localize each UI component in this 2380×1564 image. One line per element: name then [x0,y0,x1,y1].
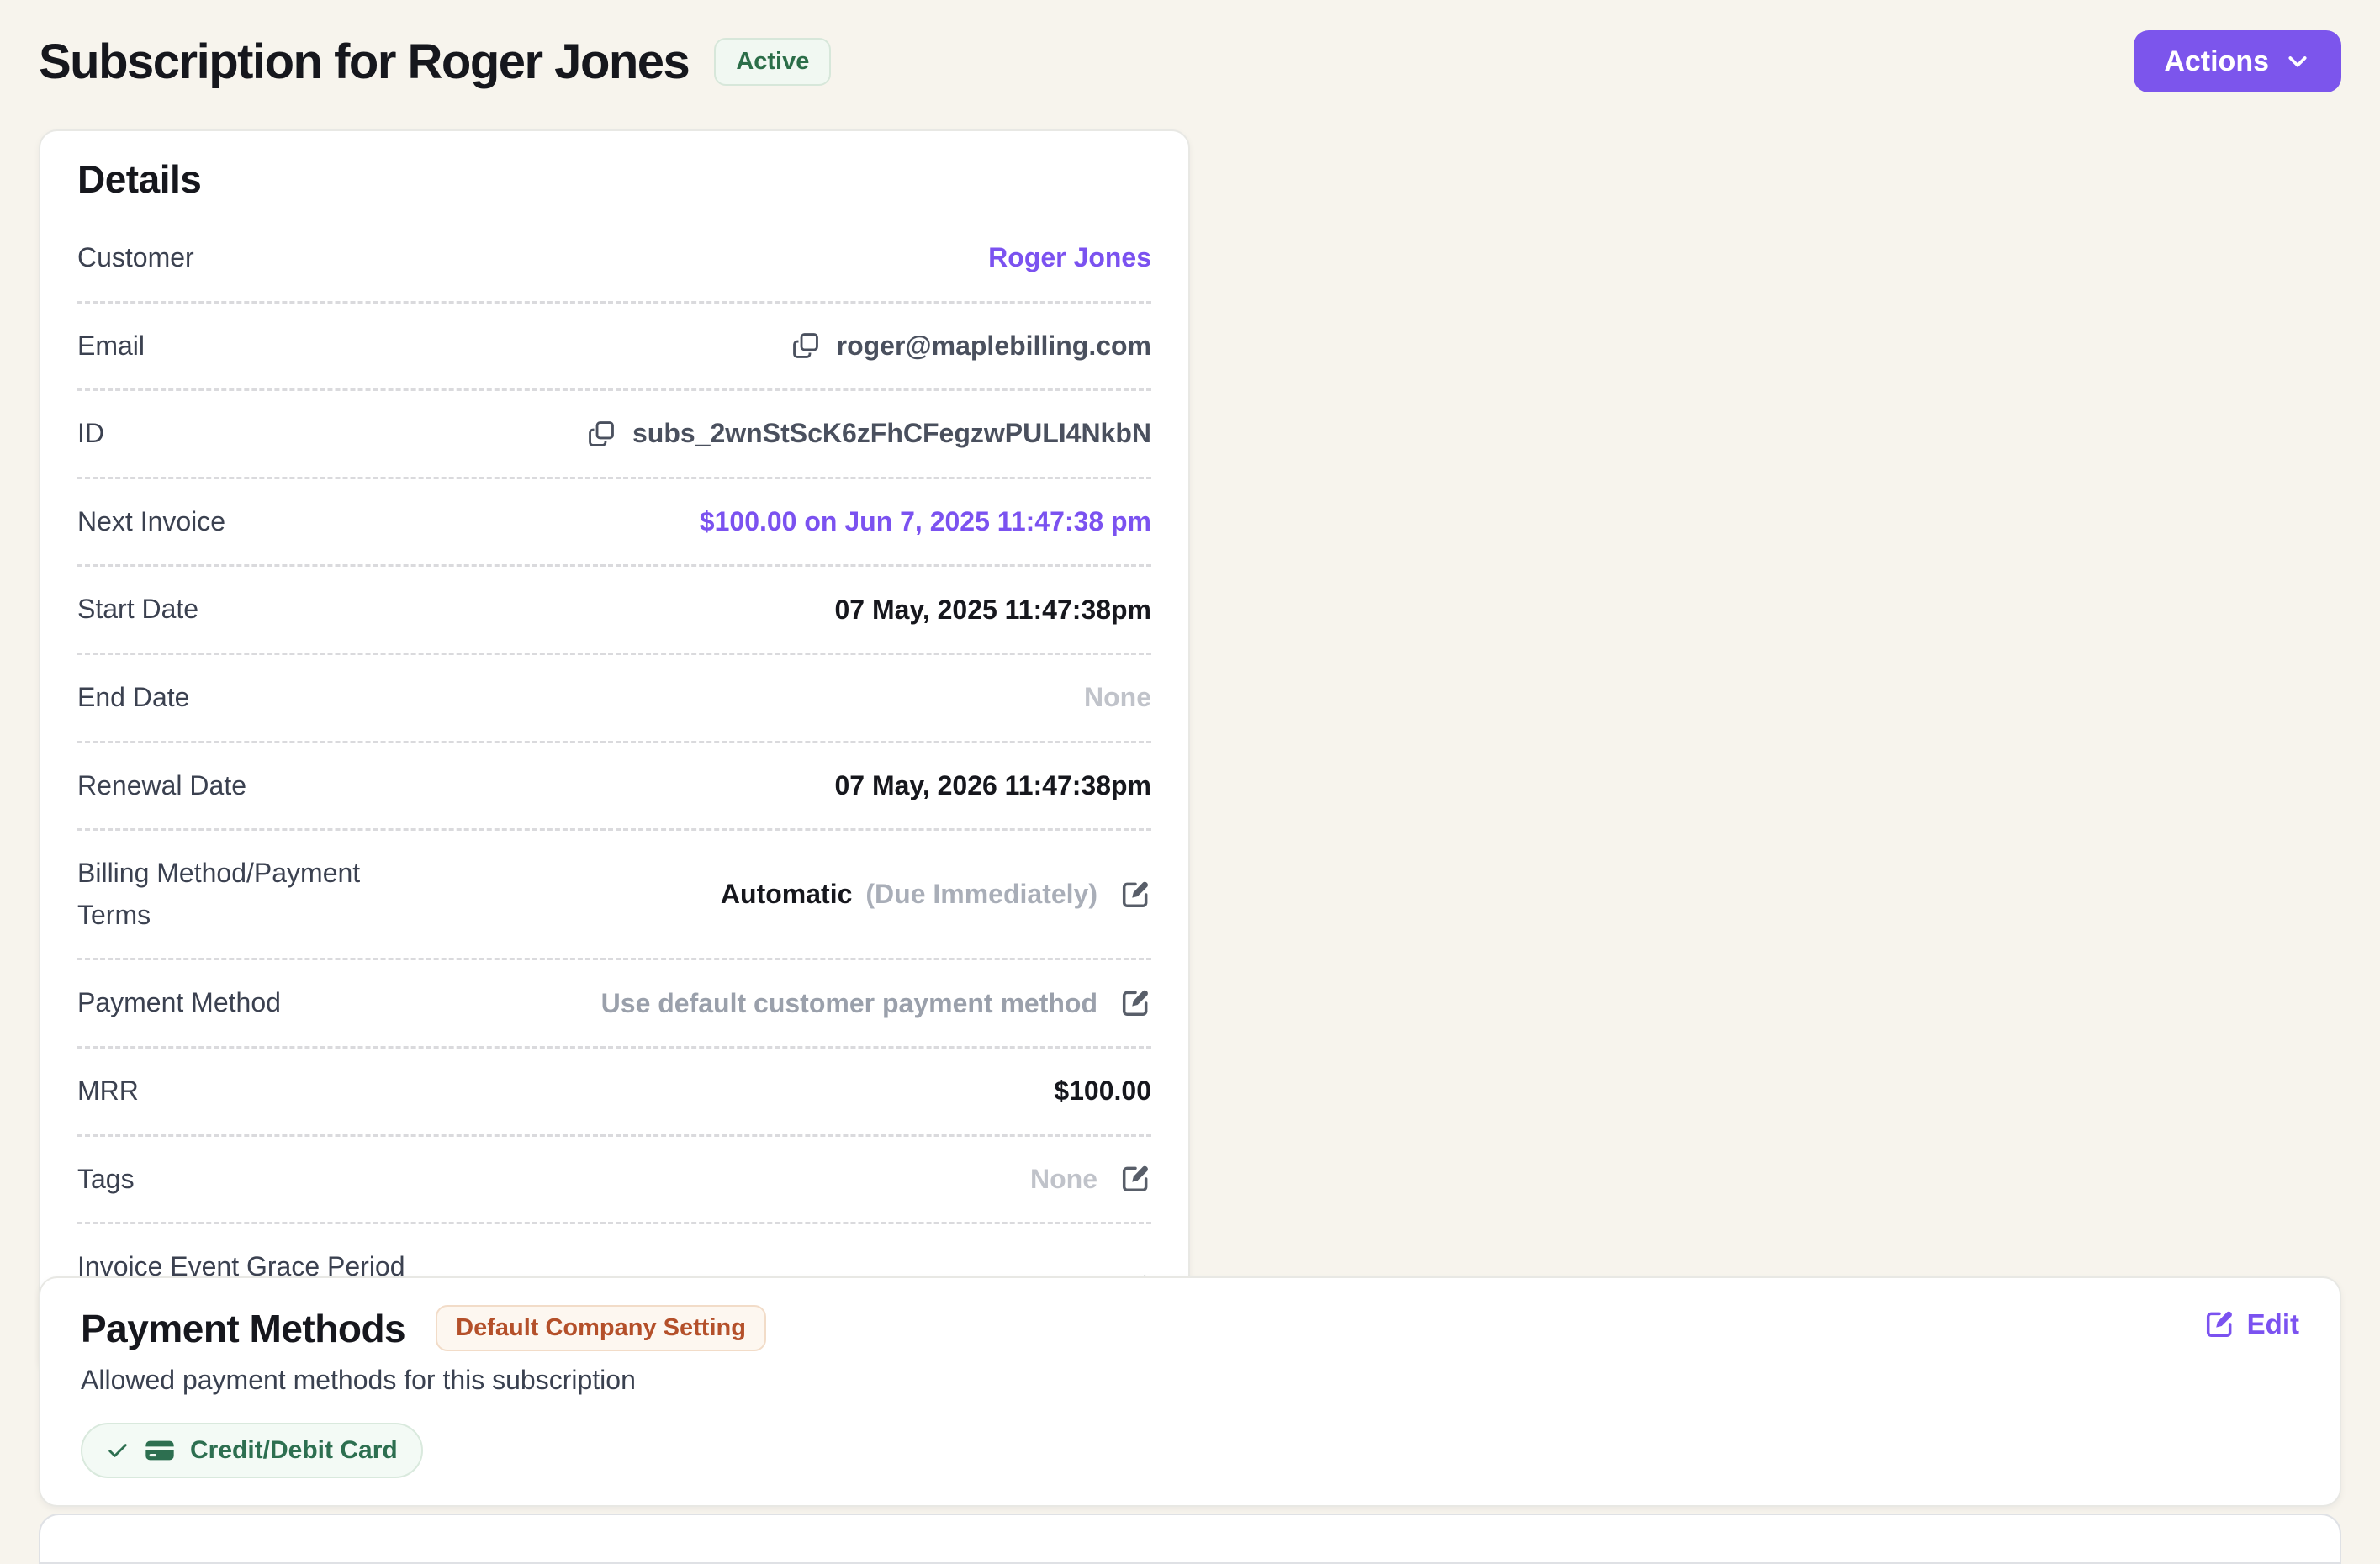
row-value: 07 May, 2025 11:47:38pm [834,594,1151,626]
page-title: Subscription for Roger Jones [39,34,689,90]
actions-button[interactable]: Actions [2134,30,2341,92]
payment-method-chip-credit-debit-card: Credit/Debit Card [81,1423,423,1478]
page-header: Subscription for Roger Jones Active Acti… [39,30,2341,92]
payment-methods-subtitle: Allowed payment methods for this subscri… [81,1365,2299,1396]
detail-row-billing-method-payment: Billing Method/PaymentTerms Automatic (Due… [77,831,1151,960]
payment-methods-title: Payment Methods [81,1306,405,1351]
copy-icon[interactable] [587,420,616,448]
row-value-text: Automatic [721,879,852,910]
row-value: roger@maplebilling.com [791,330,1151,362]
edit-icon[interactable] [1119,879,1151,911]
row-label: Customer [77,237,194,279]
detail-row-email: Email roger@maplebilling.com [77,304,1151,392]
payment-method-chips: Credit/Debit Card [81,1423,2299,1478]
row-value-suffix: (Due Immediately) [865,879,1097,910]
row-label: ID [77,413,104,455]
check-icon [106,1439,130,1462]
chevron-down-icon [2284,48,2311,75]
detail-row-next-invoice: Next Invoice $100.00 on Jun 7, 2025 11:47… [77,479,1151,568]
detail-row-id: ID subs_2wnStScK6zFhCFegzwPULI4NkbN [77,391,1151,479]
next-card-top-edge [39,1514,2341,1564]
row-label: Renewal Date [77,765,246,807]
payment-method-chip-label: Credit/Debit Card [190,1436,398,1465]
edit-icon [2203,1308,2235,1340]
row-label: Billing Method/PaymentTerms [77,853,360,936]
row-value-text: 07 May, 2026 11:47:38pm [834,770,1151,801]
payment-methods-card: Payment Methods Default Company Setting … [39,1276,2341,1507]
row-value: subs_2wnStScK6zFhCFegzwPULI4NkbN [587,418,1151,449]
row-value: Roger Jones [988,242,1151,273]
row-value: Automatic (Due Immediately) [721,879,1151,911]
row-value-text: 07 May, 2025 11:47:38pm [834,594,1151,626]
row-value: $100.00 [1054,1075,1151,1107]
detail-row-customer: Customer Roger Jones [77,215,1151,304]
row-label: Payment Method [77,982,281,1024]
row-value-text: roger@maplebilling.com [837,330,1151,362]
edit-link-label: Edit [2247,1308,2299,1340]
details-card: Details Customer Roger Jones Email roger@ma… [39,129,1190,1375]
row-label: Tags [77,1159,135,1201]
actions-button-label: Actions [2164,45,2269,78]
row-value-text: $100.00 [1054,1075,1151,1107]
edit-payment-methods-button[interactable]: Edit [2203,1308,2299,1340]
detail-row-mrr: MRR $100.00 [77,1049,1151,1137]
row-value: None [1030,1163,1151,1195]
row-label: End Date [77,677,189,719]
row-value-link[interactable]: $100.00 on Jun 7, 2025 11:47:38 pm [700,506,1151,537]
row-value-text: None [1084,682,1151,713]
row-value: $100.00 on Jun 7, 2025 11:47:38 pm [700,506,1151,537]
copy-icon[interactable] [791,331,820,360]
row-value: 07 May, 2026 11:47:38pm [834,770,1151,801]
detail-row-renewal-date: Renewal Date 07 May, 2026 11:47:38pm [77,743,1151,832]
creditcard-icon [143,1434,177,1467]
detail-row-payment-method: Payment Method Use default customer payme… [77,960,1151,1049]
details-rows: Customer Roger Jones Email roger@maplebilli… [77,215,1151,1351]
row-value-text: subs_2wnStScK6zFhCFegzwPULI4NkbN [632,418,1151,449]
row-label: MRR [77,1070,139,1112]
detail-row-start-date: Start Date 07 May, 2025 11:47:38pm [77,567,1151,655]
row-value-text: None [1030,1164,1097,1195]
default-company-setting-badge: Default Company Setting [436,1305,766,1351]
edit-icon[interactable] [1119,987,1151,1019]
row-value-text: Use default customer payment method [601,988,1097,1019]
row-value-link[interactable]: Roger Jones [988,242,1151,273]
row-label: Email [77,325,145,367]
details-card-title: Details [77,156,1151,202]
row-value: None [1084,682,1151,713]
detail-row-end-date: End Date None [77,655,1151,743]
row-label: Next Invoice [77,501,225,543]
row-value: Use default customer payment method [601,987,1151,1019]
detail-row-tags: Tags None [77,1137,1151,1225]
edit-icon[interactable] [1119,1163,1151,1195]
payment-methods-header: Payment Methods Default Company Setting … [81,1305,2299,1351]
status-badge: Active [714,38,831,86]
row-label: Start Date [77,589,198,631]
